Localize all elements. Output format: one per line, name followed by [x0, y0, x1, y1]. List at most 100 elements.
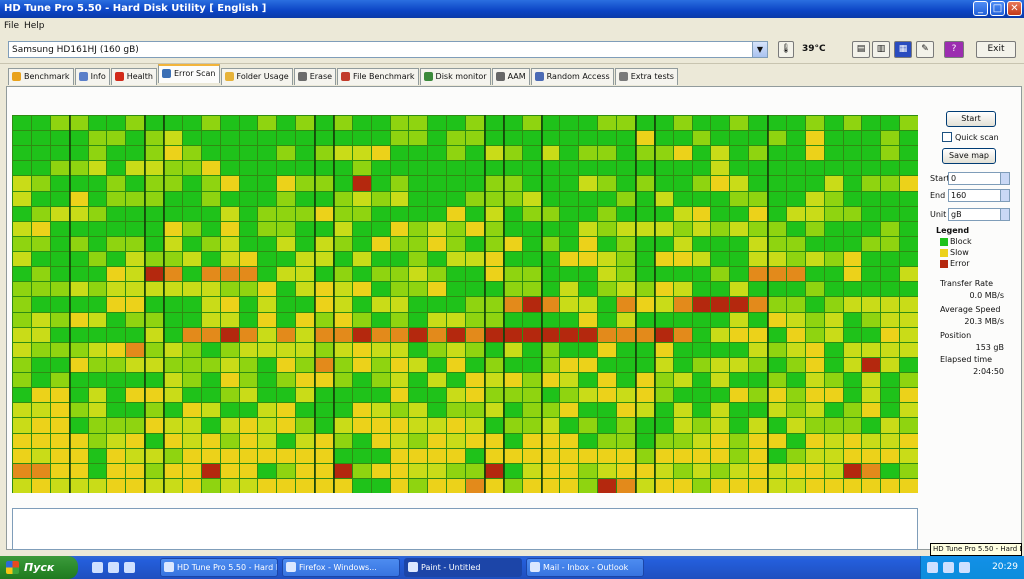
start-button[interactable]: Start: [946, 111, 996, 127]
scan-block: [560, 206, 579, 221]
chevron-down-icon[interactable]: ▼: [752, 42, 767, 57]
scan-block: [862, 221, 881, 236]
scan-block: [126, 403, 145, 418]
scan-block: [333, 418, 352, 433]
close-button[interactable]: ✕: [1007, 1, 1022, 16]
tab-benchmark[interactable]: Benchmark: [8, 68, 74, 85]
scan-block: [145, 116, 163, 131]
scan-block: [164, 357, 182, 373]
start-field[interactable]: 0: [948, 172, 1010, 185]
log-box[interactable]: [12, 508, 918, 550]
legend-item-error: Error: [950, 259, 970, 268]
scan-block: [881, 463, 900, 478]
scan-block: [692, 191, 711, 206]
scan-block: [541, 191, 560, 206]
drive-select[interactable]: Samsung HD161HJ (160 gB) ▼: [8, 41, 768, 58]
tab-file-benchmark[interactable]: File Benchmark: [337, 68, 419, 85]
scan-block: [484, 463, 503, 478]
tab-aam[interactable]: AAM: [491, 68, 530, 85]
tab-extra-tests[interactable]: Extra tests: [614, 68, 678, 85]
chevron-down-icon[interactable]: [1000, 209, 1009, 220]
scan-block: [503, 191, 522, 206]
tray-icon[interactable]: [943, 562, 954, 573]
menu-file[interactable]: File: [4, 21, 19, 31]
scan-block: [768, 236, 786, 252]
scan-block: [730, 116, 749, 131]
scan-block: [692, 463, 711, 478]
scan-block: [635, 297, 654, 312]
scan-block: [371, 448, 390, 463]
tab-error-scan[interactable]: Error Scan: [158, 64, 220, 83]
scan-block: [541, 478, 560, 493]
scan-block: [466, 388, 484, 403]
quick-scan-checkbox[interactable]: [942, 132, 952, 142]
quicklaunch-icon[interactable]: [124, 562, 135, 573]
scan-block: [503, 131, 522, 146]
scan-block: [333, 116, 352, 131]
scan-block: [13, 131, 31, 146]
scan-block: [881, 448, 900, 463]
unit-select[interactable]: gB: [948, 208, 1010, 221]
minimize-button[interactable]: _: [973, 1, 988, 16]
copy-screenshot-icon[interactable]: ▥: [872, 41, 890, 58]
taskbar-item[interactable]: Paint - Untitled: [404, 558, 522, 577]
maximize-button[interactable]: □: [990, 1, 1005, 16]
tray-icon[interactable]: [959, 562, 970, 573]
scan-block: [654, 463, 673, 478]
tab-info[interactable]: Info: [74, 68, 110, 85]
taskbar-item[interactable]: Mail - Inbox - Outlook: [526, 558, 644, 577]
scan-block: [13, 236, 31, 252]
scan-block: [484, 282, 503, 297]
end-field[interactable]: 160: [948, 189, 1010, 202]
scan-block: [239, 342, 258, 357]
scan-block: [484, 403, 503, 418]
copy-text-icon[interactable]: ▤: [852, 41, 870, 58]
scan-block: [201, 403, 220, 418]
scan-block: [258, 221, 277, 236]
tab-random-access[interactable]: Random Access: [530, 68, 614, 85]
scan-block: [749, 342, 767, 357]
exit-button[interactable]: Exit: [976, 41, 1016, 58]
scan-block: [31, 373, 50, 388]
scan-block: [220, 297, 239, 312]
scan-block: [862, 463, 881, 478]
scan-block: [390, 131, 409, 146]
help-icon[interactable]: ?: [944, 41, 964, 58]
spin-icon[interactable]: [1000, 173, 1009, 184]
scan-block: [805, 297, 824, 312]
scan-block: [598, 206, 616, 221]
scan-block: [692, 297, 711, 312]
tab-folder-usage[interactable]: Folder Usage: [220, 68, 293, 85]
scan-block: [484, 373, 503, 388]
quicklaunch-icon[interactable]: [108, 562, 119, 573]
menu-help[interactable]: Help: [24, 21, 45, 31]
scan-block: [617, 448, 635, 463]
scan-block: [428, 388, 447, 403]
scan-block: [617, 403, 635, 418]
scan-block: [296, 433, 314, 448]
options-icon[interactable]: ✎: [916, 41, 934, 58]
scan-block: [786, 161, 805, 176]
start-button-taskbar[interactable]: Пуск: [0, 556, 78, 579]
scan-block: [900, 388, 918, 403]
tab-disk-monitor[interactable]: Disk monitor: [419, 68, 491, 85]
scan-block: [768, 388, 786, 403]
scan-block: [768, 373, 786, 388]
scan-block: [88, 267, 107, 282]
elapsed-time-value: 2:04:50: [973, 367, 1004, 376]
scan-block: [730, 252, 749, 267]
tray-icon[interactable]: [927, 562, 938, 573]
taskbar-item[interactable]: HD Tune Pro 5.50 - Hard Disk...: [160, 558, 278, 577]
tab-health[interactable]: Health: [110, 68, 157, 85]
scan-block: [333, 463, 352, 478]
scan-block: [296, 463, 314, 478]
spin-icon[interactable]: [1000, 190, 1009, 201]
save-map-button[interactable]: Save map: [942, 148, 996, 164]
taskbar-item[interactable]: Firefox - Windows...: [282, 558, 400, 577]
save-icon[interactable]: ▦: [894, 41, 912, 58]
quicklaunch-icon[interactable]: [92, 562, 103, 573]
scan-block: [560, 161, 579, 176]
scan-block: [145, 403, 163, 418]
scan-block: [13, 463, 31, 478]
tab-erase[interactable]: Erase: [293, 68, 337, 85]
